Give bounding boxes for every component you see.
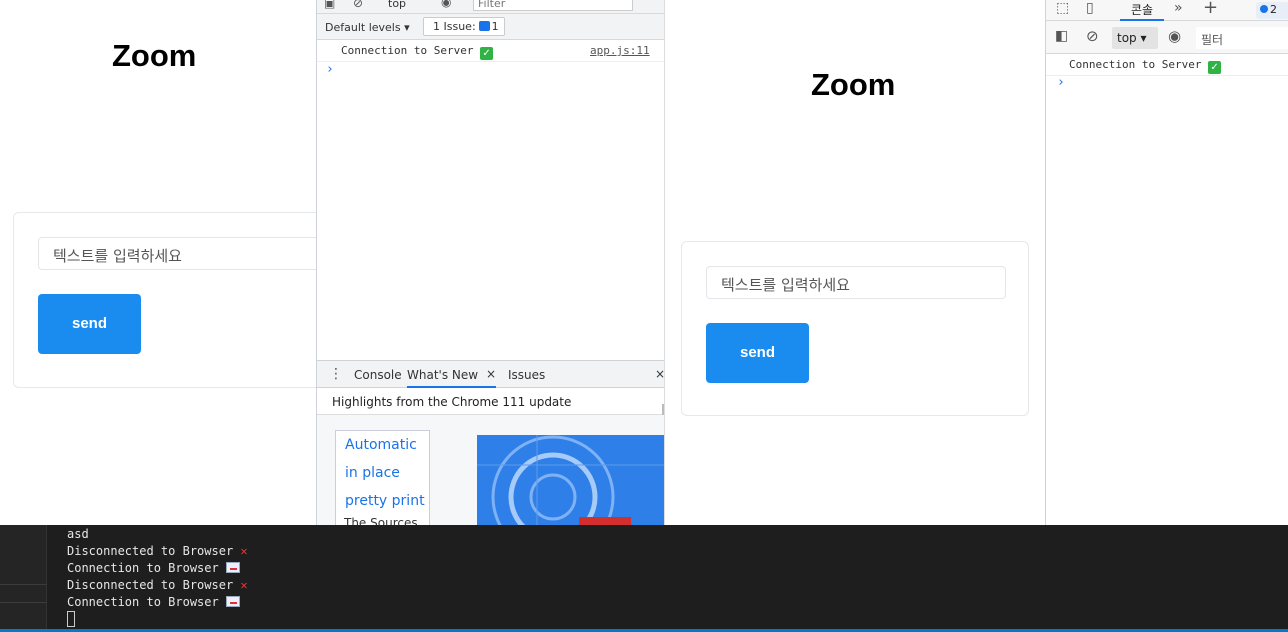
whats-new-link[interactable]: Automatic	[345, 437, 417, 453]
console-message-row: Connection to Server ✓	[1046, 54, 1288, 76]
clear-console-icon[interactable]: ⊘	[353, 0, 363, 10]
issues-count: 2	[1270, 3, 1277, 16]
terminal-gutter	[0, 525, 47, 629]
console-message-text: Connection to Server	[1069, 58, 1202, 71]
issue-icon	[478, 21, 490, 31]
levels-dropdown[interactable]: Default levels ▾	[325, 21, 410, 34]
chat-card: 텍스트를 입력하세요 send	[13, 212, 316, 388]
whats-new-link[interactable]: in place	[345, 465, 400, 481]
eye-icon[interactable]: ◉	[1168, 27, 1181, 45]
whats-new-heading: Highlights from the Chrome 111 update	[317, 389, 664, 415]
console-message-row: Connection to Server ✓ app.js:11	[317, 40, 664, 62]
drawer-tabbar: ⋮ Console What's New × Issues ×	[317, 360, 664, 388]
devtools-panel: ▣ ⊘ top ◉ Filter Default levels ▾ 1 Issu…	[316, 0, 664, 525]
sidebar-toggle-icon[interactable]: ▣	[324, 0, 335, 10]
tab-close-icon[interactable]: ×	[486, 367, 496, 381]
whats-new-panel: Automatic in place pretty print The Sour…	[317, 415, 664, 525]
drawer-close-icon[interactable]: ×	[655, 367, 664, 381]
page-title: Zoom	[811, 67, 896, 102]
filter-input[interactable]: 필터	[1196, 27, 1288, 49]
terminal-line-text: Disconnected to Browser	[67, 578, 234, 592]
terminal-line: Connection to Browser	[67, 595, 240, 609]
tab-whats-new[interactable]: What's New	[407, 368, 497, 388]
add-tab-icon[interactable]: +	[1203, 0, 1218, 18]
gutter-divider	[0, 602, 47, 603]
console-prompt-icon[interactable]: ›	[1057, 75, 1065, 90]
tab-console[interactable]: Console	[354, 368, 402, 382]
page-title: Zoom	[112, 38, 197, 73]
whats-new-illustration	[477, 435, 664, 525]
tab-whats-new-label: What's New	[407, 368, 479, 382]
levels-label: Default levels	[325, 21, 401, 34]
cross-mark-icon: ✕	[240, 578, 248, 592]
context-select[interactable]: top	[388, 0, 406, 10]
context-value: top	[1117, 31, 1137, 45]
console-message: Connection to Server ✓	[341, 44, 494, 60]
check-mark-icon: ✓	[480, 47, 494, 60]
right-app-window: Zoom 텍스트를 입력하세요 send	[664, 0, 1045, 525]
devtools-panel-right: ⬚ ▯ 콘솔 » + 2 ◧ ⊘ top ▾ ◉ 필터 Connection t…	[1045, 0, 1288, 525]
console-message: Connection to Server ✓	[1069, 58, 1222, 74]
gutter-divider	[0, 584, 47, 585]
console-toolbar: ◧ ⊘ top ▾ ◉ 필터	[1046, 21, 1288, 54]
devtools-tabbar: ⬚ ▯ 콘솔 » + 2	[1046, 0, 1288, 21]
terminal-panel[interactable]: asd Disconnected to Browser ✕ Connection…	[0, 525, 1288, 632]
tab-issues[interactable]: Issues	[508, 368, 545, 382]
cross-mark-icon: ✕	[240, 544, 248, 558]
whats-new-subtext: The Sources	[344, 516, 418, 525]
message-input[interactable]: 텍스트를 입력하세요	[38, 237, 316, 270]
terminal-cursor[interactable]	[67, 611, 75, 627]
filter-input[interactable]: Filter	[473, 0, 633, 11]
devtools-toolbar-top: ▣ ⊘ top ◉ Filter	[317, 0, 664, 14]
send-button[interactable]: send	[38, 294, 141, 354]
tab-console[interactable]: 콘솔	[1120, 0, 1164, 21]
issues-badge[interactable]: 2	[1256, 2, 1288, 19]
clear-console-icon[interactable]: ⊘	[1086, 27, 1099, 45]
whats-new-link[interactable]: pretty print	[345, 493, 425, 509]
issues-label: 1 Issue:	[433, 20, 476, 33]
message-input[interactable]: 텍스트를 입력하세요	[706, 266, 1006, 299]
chat-card: 텍스트를 입력하세요 send	[681, 241, 1029, 416]
terminal-line: Connection to Browser	[67, 561, 240, 575]
issues-count: 1	[491, 20, 499, 33]
console-prompt-icon[interactable]: ›	[326, 62, 334, 77]
console-message-text: Connection to Server	[341, 44, 474, 57]
context-select[interactable]: top ▾	[1112, 27, 1158, 49]
mail-icon	[225, 596, 240, 607]
mail-icon	[225, 562, 240, 573]
send-button[interactable]: send	[706, 323, 809, 383]
terminal-line: Disconnected to Browser ✕	[67, 544, 248, 558]
issues-button[interactable]: 1 Issue: 1	[423, 17, 505, 36]
terminal-line: asd	[67, 527, 89, 541]
terminal-line-text: Connection to Browser	[67, 561, 219, 575]
sidebar-toggle-icon[interactable]: ◧	[1055, 28, 1068, 44]
devtools-toolbar-levels: Default levels ▾ 1 Issue: 1	[317, 14, 664, 40]
issue-icon	[1260, 5, 1268, 13]
drawer-menu-icon[interactable]: ⋮	[329, 366, 343, 382]
left-app-window: Zoom 텍스트를 입력하세요 send	[0, 0, 316, 525]
terminal-line: Disconnected to Browser ✕	[67, 578, 248, 592]
terminal-line-text: Connection to Browser	[67, 595, 219, 609]
check-mark-icon: ✓	[1208, 61, 1222, 74]
device-toggle-icon[interactable]: ▯	[1086, 0, 1094, 16]
whats-new-card: Automatic in place pretty print The Sour…	[335, 430, 430, 525]
more-tabs-icon[interactable]: »	[1174, 0, 1183, 16]
source-link[interactable]: app.js:11	[590, 44, 650, 57]
eye-icon[interactable]: ◉	[441, 0, 451, 9]
inspect-icon[interactable]: ⬚	[1056, 0, 1069, 16]
terminal-line-text: Disconnected to Browser	[67, 544, 234, 558]
